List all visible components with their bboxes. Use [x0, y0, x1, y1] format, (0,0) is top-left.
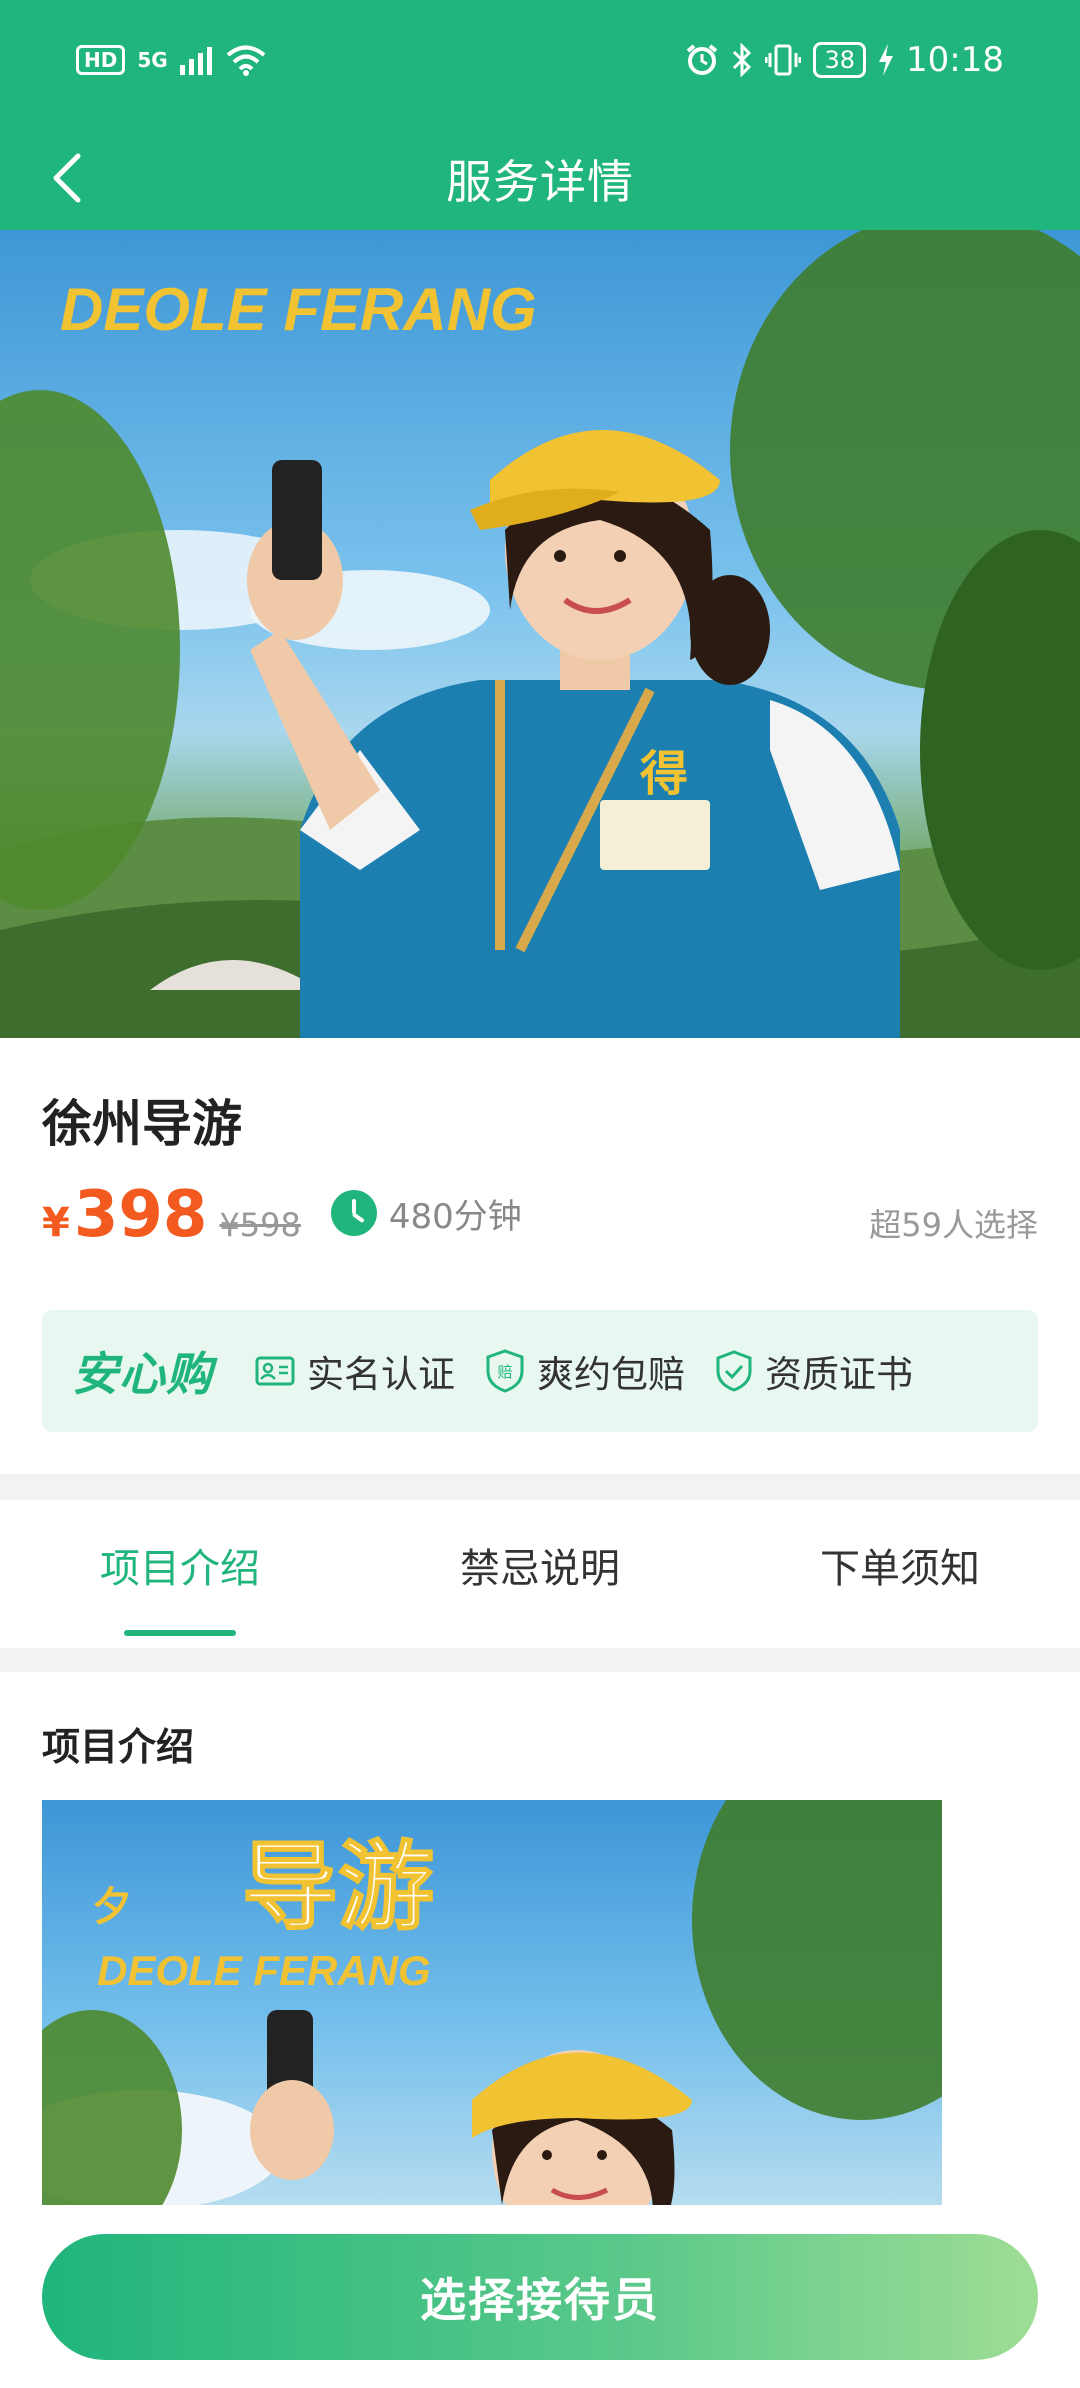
- assurance-item-certificate: 资质证书: [715, 1344, 913, 1398]
- hd-badge: HD: [76, 45, 126, 75]
- duration: 480分钟: [330, 1189, 522, 1238]
- assurance-logo: 安心购: [72, 1347, 213, 1401]
- hero-banner-text: DEOLE FERANG: [60, 276, 537, 343]
- currency-symbol: ¥: [42, 1200, 70, 1246]
- assurance-item-compensation: 赔 爽约包赔: [485, 1344, 685, 1398]
- service-info-card: 徐州导游 ¥ 398 ¥598 480分钟 超59人选择 安心购 实名认证 赔: [0, 1038, 1080, 1474]
- header: HD 5G 38 10:18 服务详情: [0, 0, 1080, 230]
- price-row: ¥ 398 ¥598 480分钟 超59人选择: [42, 1178, 1038, 1268]
- intro-image: 夕 导游 DEOLE FERANG: [42, 1800, 942, 2205]
- compensation-shield-icon: 赔: [486, 1349, 524, 1393]
- intro-illustration: 夕 导游 DEOLE FERANG: [42, 1800, 942, 2205]
- bluetooth-icon: [733, 43, 752, 77]
- intro-image-title: 导游: [242, 1831, 434, 1943]
- network-label: 5G: [137, 48, 168, 72]
- assurance-label: 爽约包赔: [537, 1353, 685, 1396]
- page-title: 服务详情: [446, 155, 634, 209]
- assurance-label: 实名认证: [307, 1353, 455, 1396]
- clock-time: 10:18: [906, 40, 1004, 80]
- battery-indicator: 38: [813, 42, 867, 78]
- tab-taboos[interactable]: 禁忌说明: [360, 1500, 720, 1648]
- hero-illustration: DEOLE FERANG 得: [0, 230, 1080, 1038]
- detail-tabs: 项目介绍 禁忌说明 下单须知: [0, 1500, 1080, 1648]
- certificate-shield-icon: [716, 1350, 752, 1392]
- service-name: 徐州导游: [42, 1095, 242, 1153]
- status-left: HD 5G: [76, 44, 266, 76]
- select-receptionist-button[interactable]: 选择接待员: [42, 2234, 1038, 2360]
- signal-icon: [179, 47, 212, 75]
- nav-bar: 服务详情: [0, 128, 1080, 230]
- back-button[interactable]: [40, 138, 100, 218]
- chevron-left-icon: [53, 153, 81, 203]
- hero-image: DEOLE FERANG 得: [0, 230, 1080, 1038]
- intro-heading: 项目介绍: [42, 1725, 195, 1769]
- tab-project-intro[interactable]: 项目介绍: [0, 1500, 360, 1648]
- status-right: 38 10:18: [685, 40, 1004, 80]
- intro-image-subtitle: DEOLE FERANG: [97, 1947, 431, 1994]
- tab-order-notes[interactable]: 下单须知: [720, 1500, 1080, 1648]
- alarm-icon: [687, 44, 718, 75]
- assurance-item-realname: 实名认证: [255, 1344, 455, 1398]
- clock-icon: [330, 1190, 377, 1236]
- selected-count: 超59人选择: [869, 1206, 1038, 1244]
- svg-text:赔: 赔: [497, 1363, 512, 1381]
- status-bar: HD 5G 38 10:18: [0, 0, 1080, 128]
- vibrate-icon: [765, 44, 802, 76]
- original-price: ¥598: [219, 1206, 301, 1244]
- svg-text:夕: 夕: [92, 1885, 132, 1929]
- shirt-badge-text: 得: [640, 748, 688, 801]
- id-card-icon: [255, 1356, 295, 1386]
- current-price: 398: [73, 1178, 208, 1252]
- charging-icon: [879, 44, 894, 76]
- assurance-bar[interactable]: 安心购 实名认证 赔 爽约包赔 资质证书: [42, 1310, 1038, 1432]
- assurance-label: 资质证书: [765, 1353, 913, 1396]
- duration-text: 480分钟: [388, 1196, 522, 1237]
- wifi-icon: [226, 45, 265, 76]
